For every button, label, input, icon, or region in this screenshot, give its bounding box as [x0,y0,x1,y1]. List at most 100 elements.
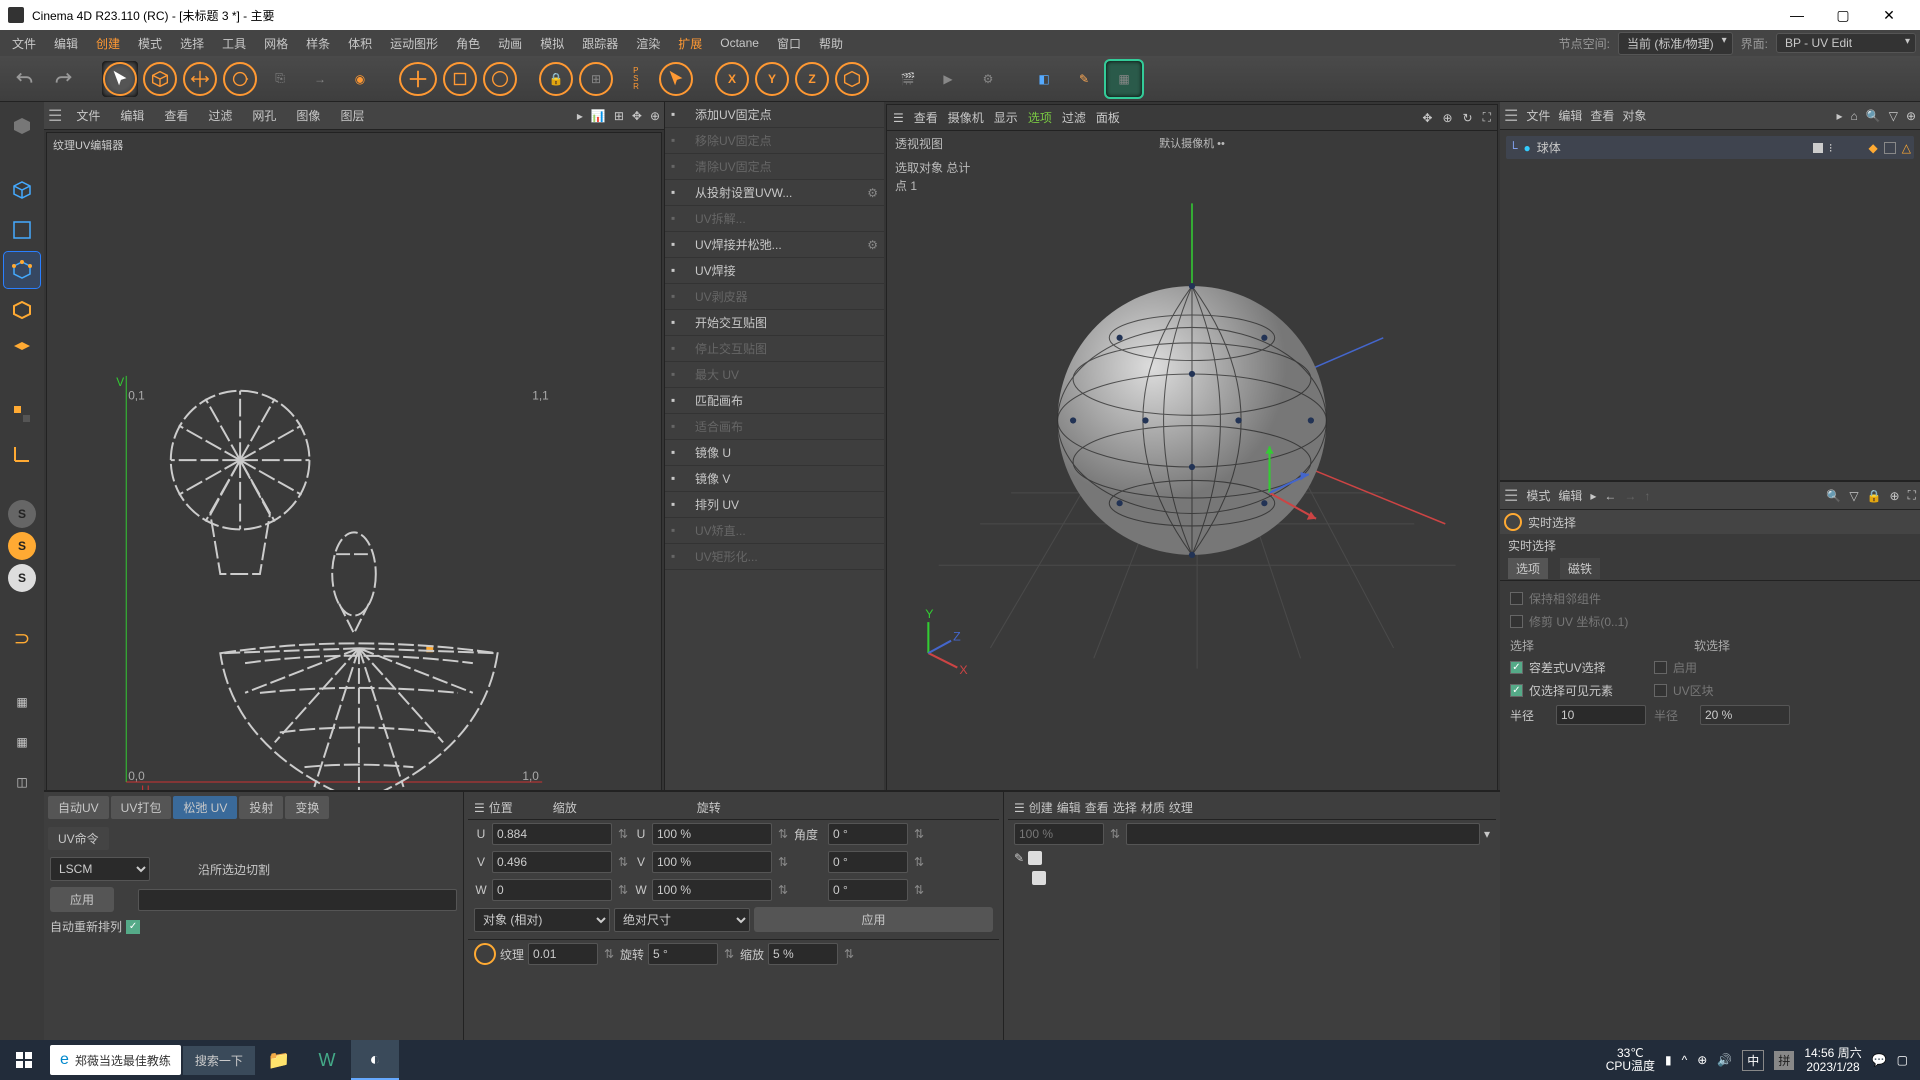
notification-icon[interactable]: 💬 [1872,1053,1887,1067]
uv-grid-icon[interactable]: ⊞ [614,109,624,123]
obj-menu-file[interactable]: 文件 [1526,107,1550,124]
y-axis-button[interactable]: Y [754,61,790,97]
vp-zoom-icon[interactable]: ⊕ [1442,111,1452,125]
clock[interactable]: 14:56 周六2023/1/28 [1804,1046,1861,1074]
obj-rel-dropdown[interactable]: 对象 (相对) [474,908,610,932]
mat-name-field[interactable] [1126,823,1480,845]
uv-cmd-13[interactable]: ▪镜像 U [665,440,884,466]
cut-field[interactable] [138,889,457,911]
swatch-2[interactable] [1032,871,1046,885]
uv-chart-icon[interactable]: 📊 [591,109,606,123]
attr-menu-mode[interactable]: 模式 [1526,487,1550,504]
pos-u-input[interactable] [492,823,612,845]
minimize-button[interactable]: — [1774,0,1820,30]
point-mode-button[interactable] [4,252,40,288]
grid2-button[interactable]: ▦ [4,724,40,760]
menu-octane[interactable]: Octane [712,34,767,52]
layout-dropdown[interactable]: BP - UV Edit [1776,33,1916,53]
cb-keep-adjacent[interactable] [1510,592,1523,605]
obj-home-icon[interactable]: ⌂ [1851,109,1858,123]
cb-tolerance[interactable]: ✓ [1510,661,1523,674]
tool-arrow[interactable]: → [302,61,338,97]
start-button[interactable] [0,1040,48,1080]
tab-relax-uv[interactable]: 松弛 UV [173,796,237,819]
attr-tab-magnet[interactable]: 磁铁 [1560,558,1600,579]
tab-auto-uv[interactable]: 自动UV [48,796,109,819]
c4d-task[interactable]: ◐ [351,1040,399,1080]
undo-button[interactable] [6,61,42,97]
ime-button-2[interactable]: 拼 [1774,1051,1794,1070]
magnet-button[interactable]: ⊃ [4,620,40,656]
tool-indicator[interactable]: ◉ [342,61,378,97]
uv-cmd-0[interactable]: ▪添加UV固定点 [665,102,884,128]
vp-hamburger-icon[interactable]: ☰ [893,111,904,125]
snap-toggle-2[interactable]: S [8,532,36,560]
select-tool[interactable] [102,61,138,97]
apply-button-1[interactable]: 应用 [50,887,114,912]
apply-button-2[interactable]: 应用 [754,907,993,932]
x-axis-button[interactable]: X [714,61,750,97]
tab-uv-cmd[interactable]: UV命令 [48,827,109,850]
menu-help[interactable]: 帮助 [811,33,851,54]
rot2-input[interactable] [828,851,908,873]
world-button[interactable] [834,61,870,97]
vp-menu-options[interactable]: 选项 [1028,109,1052,126]
rotate-axis-tool[interactable] [482,61,518,97]
uv-cmd-6[interactable]: ▪UV焊接 [665,258,884,284]
vp-menu-display[interactable]: 显示 [994,109,1018,126]
uv-menu-edit[interactable]: 编辑 [114,105,150,126]
menu-animate[interactable]: 动画 [490,33,530,54]
obj-menu-view[interactable]: 查看 [1590,107,1614,124]
uv-menu-layer[interactable]: 图层 [334,105,370,126]
volume-icon[interactable]: 🔊 [1717,1053,1732,1067]
scale-tool[interactable] [442,61,478,97]
tab-transform[interactable]: 变换 [285,796,329,819]
mat-menu-material[interactable]: 材质 [1141,799,1165,816]
node-space-dropdown[interactable]: 当前 (标准/物理) [1618,32,1733,55]
rot-step-input[interactable] [648,943,718,965]
cb-uvblock[interactable] [1654,684,1667,697]
mat-menu-select[interactable]: 选择 [1113,799,1137,816]
z-axis-button[interactable]: Z [794,61,830,97]
auto-rearrange-checkbox[interactable]: ✓ [126,920,140,934]
attr-search-icon[interactable]: 🔍 [1826,489,1841,503]
mat-menu-view[interactable]: 查看 [1085,799,1109,816]
scale-u-input[interactable] [652,823,772,845]
edge-mode-button[interactable] [4,292,40,328]
uv-tool[interactable]: ▦ [1106,61,1142,97]
cb-visible-only[interactable]: ✓ [1510,684,1523,697]
attr-lock-icon[interactable]: 🔒 [1867,489,1882,503]
menu-extensions[interactable]: 扩展 [670,33,710,54]
obj-add-icon[interactable]: ⊕ [1906,109,1916,123]
move-tool[interactable] [182,61,218,97]
attr-hamburger-icon[interactable]: ☰ [1504,486,1518,506]
uv-cmd-11[interactable]: ▪匹配画布 [665,388,884,414]
attr-back-button[interactable]: ← [1604,489,1616,503]
vp-menu-view[interactable]: 查看 [914,109,938,126]
uv-cmd-3[interactable]: ▪从投射设置UVW...⚙ [665,180,884,206]
battery-icon[interactable]: ▮ [1665,1053,1672,1067]
menu-create[interactable]: 创建 [88,33,128,54]
psr-tool[interactable]: PSR [618,61,654,97]
grid1-button[interactable]: ▦ [4,684,40,720]
tag-icon-3[interactable]: △ [1902,141,1911,155]
menu-simulate[interactable]: 模拟 [532,33,572,54]
mat-hamburger-icon[interactable]: ☰ [1014,801,1025,815]
radius-input[interactable] [1556,705,1646,725]
uv-arrow-icon[interactable]: ▸ [577,109,583,123]
vp-max-icon[interactable]: ⛶ [1483,110,1491,125]
menu-tools[interactable]: 工具 [214,33,254,54]
attr-menu-edit[interactable]: 编辑 [1558,487,1582,504]
hamburger-icon[interactable]: ☰ [48,106,62,126]
uv-menu-filter[interactable]: 过滤 [202,105,238,126]
obj-arrow-icon[interactable]: ▸ [1836,109,1842,123]
coord-hamburger-icon[interactable]: ☰ [474,801,485,815]
vis-toggle-1[interactable] [1813,143,1823,153]
obj-menu-edit[interactable]: 编辑 [1558,107,1582,124]
vis-toggle-2[interactable]: ⁝ [1829,141,1833,155]
method-dropdown[interactable]: LSCM [50,857,150,881]
rot3-input[interactable] [828,879,908,901]
lock-tool[interactable]: 🔒 [538,61,574,97]
attr-filter-icon[interactable]: ▽ [1849,489,1858,503]
texture-mode-button[interactable] [4,212,40,248]
